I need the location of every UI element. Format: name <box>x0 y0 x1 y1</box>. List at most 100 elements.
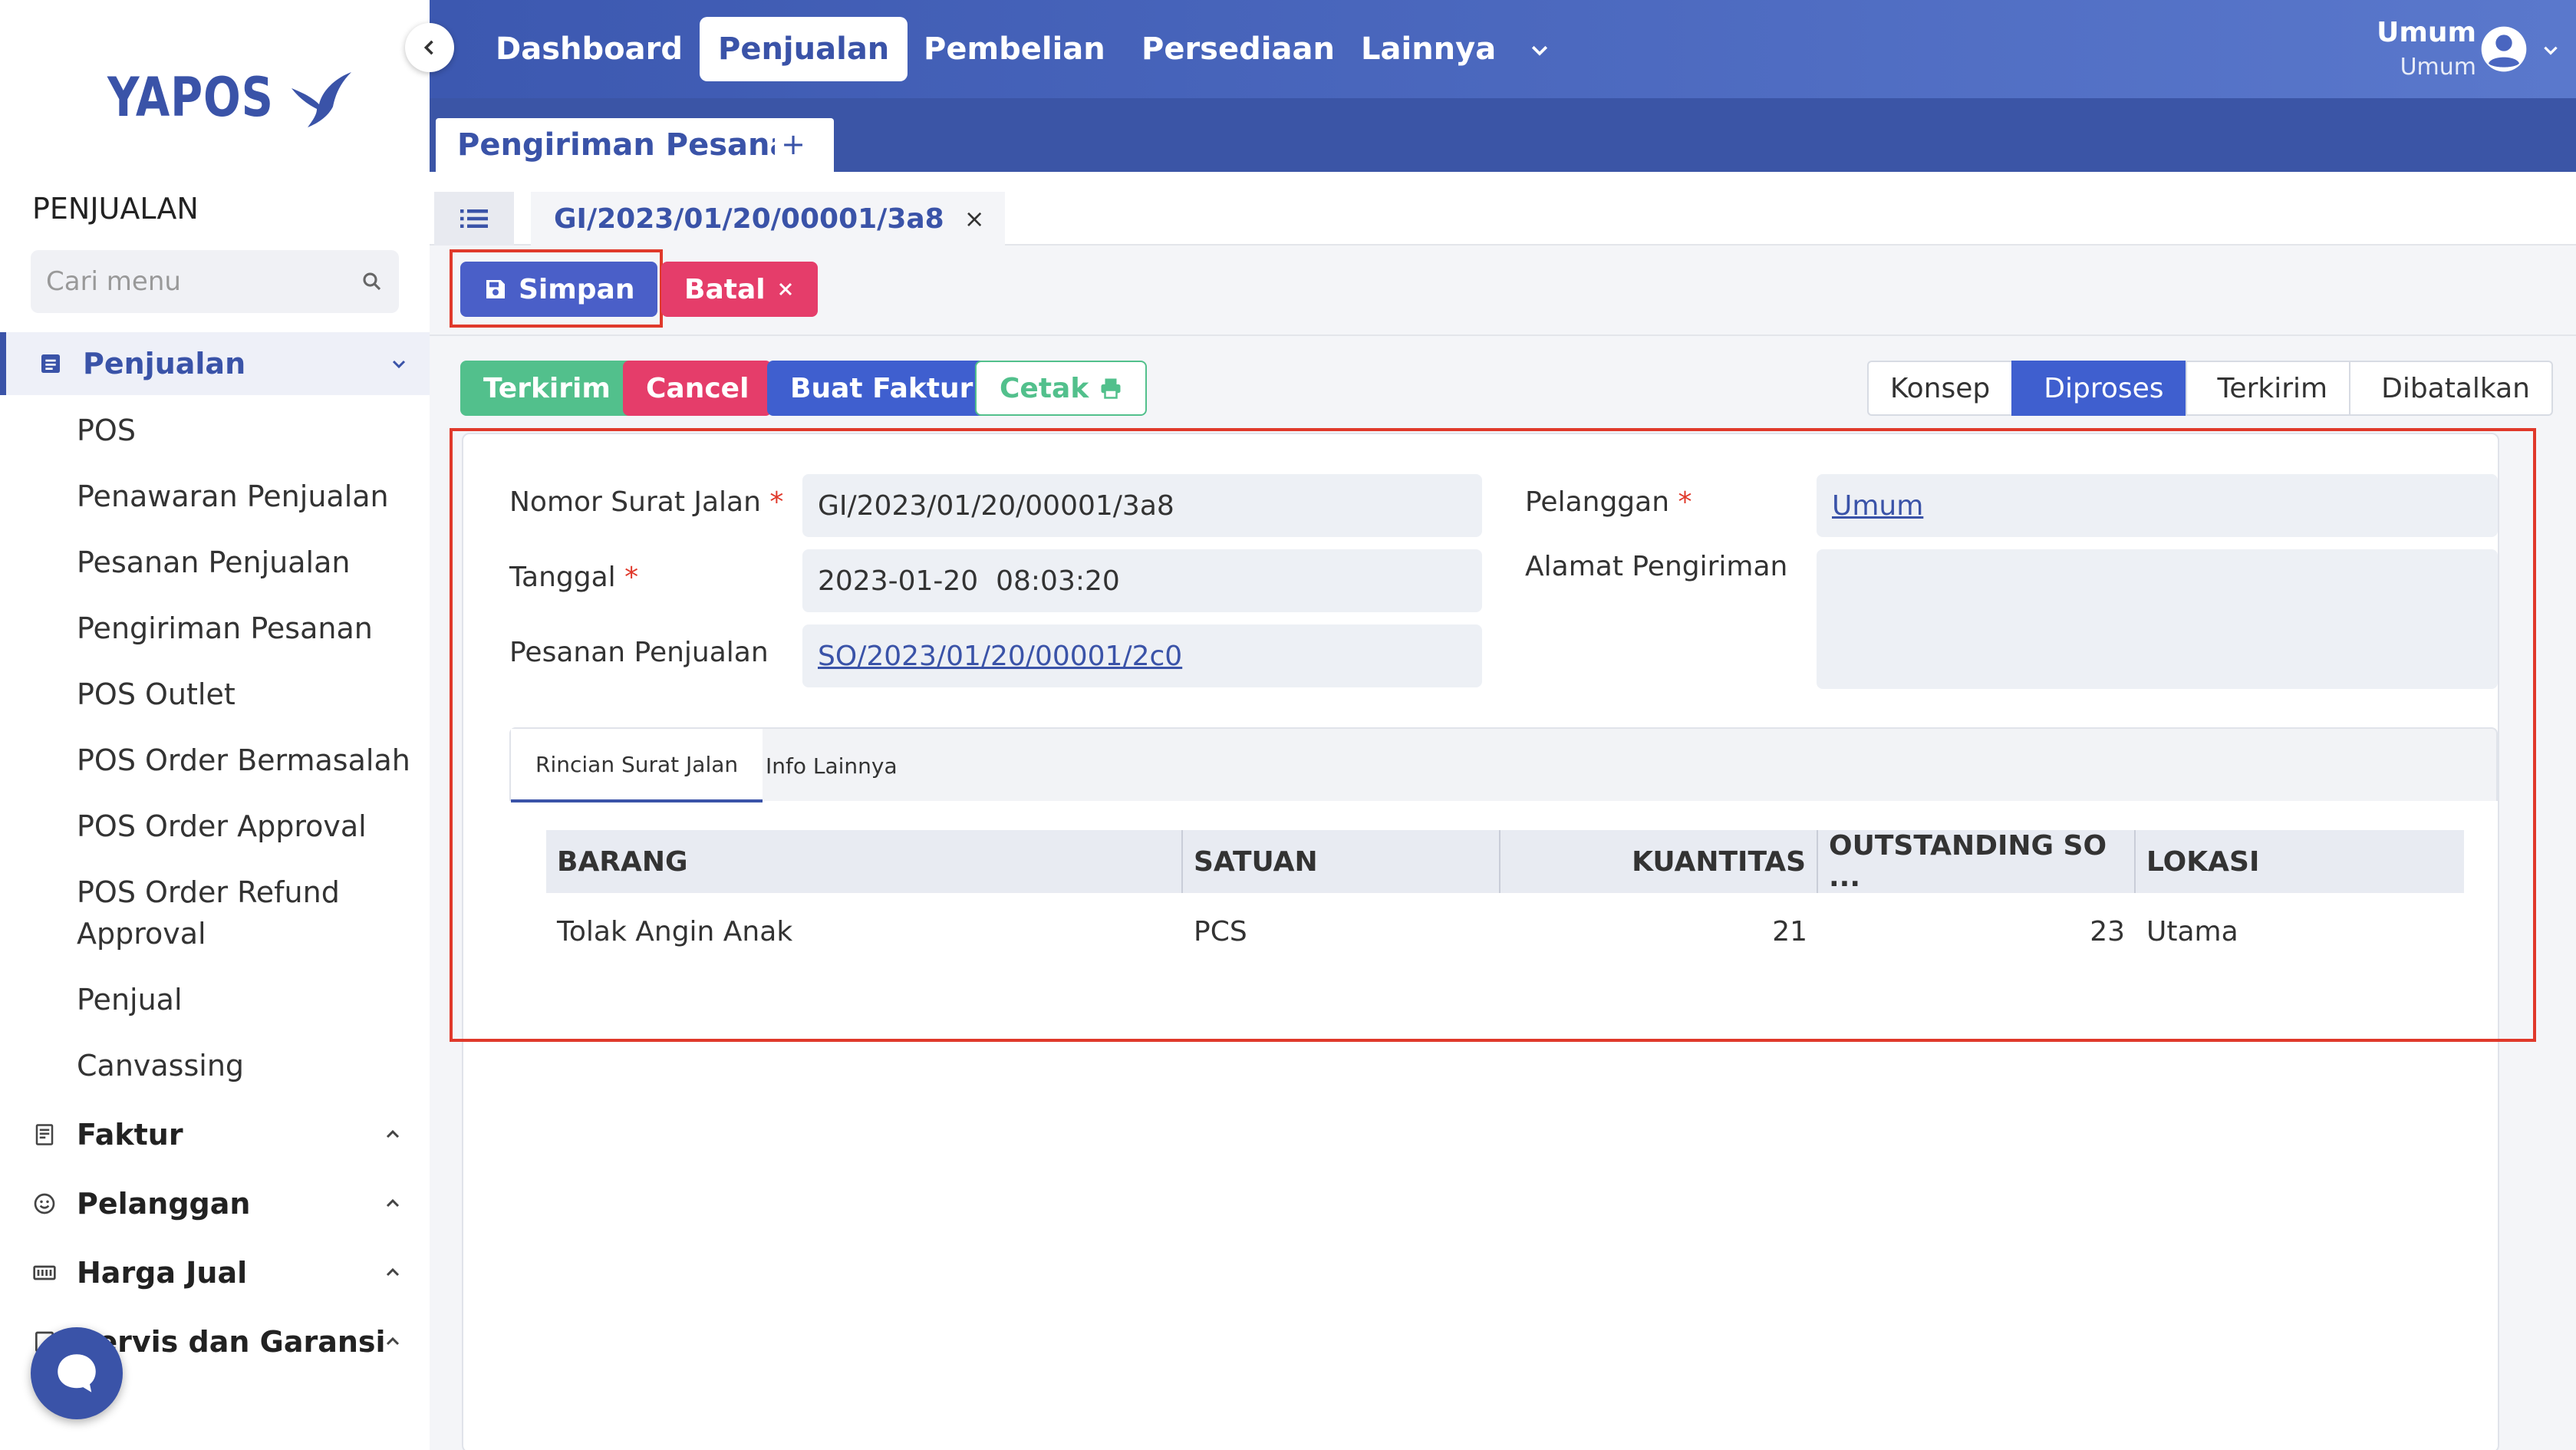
list-icon <box>460 209 488 228</box>
nav-pembelian[interactable]: Pembelian <box>905 17 1124 81</box>
table-header: BARANG SATUAN KUANTITAS OUTSTANDING SO .… <box>546 830 2464 893</box>
price-tag-icon <box>31 1259 58 1287</box>
sidebar-group-faktur[interactable]: Faktur <box>0 1103 430 1166</box>
cell-lokasi: Utama <box>2146 915 2238 947</box>
search-icon <box>363 272 381 291</box>
nav-lainnya[interactable]: Lainnya <box>1342 17 1514 81</box>
nomor-surat-jalan-label: Nomor Surat Jalan * <box>509 486 784 518</box>
cancel-button[interactable]: Cancel <box>623 361 772 416</box>
action-bar: Simpan Batal <box>430 246 2576 336</box>
sidebar-item-pos-order-approval[interactable]: POS Order Approval <box>77 806 367 847</box>
close-icon[interactable]: × <box>964 204 985 233</box>
chevron-up-icon <box>386 1267 400 1277</box>
sidebar-group-pelanggan[interactable]: Pelanggan <box>0 1172 430 1235</box>
list-view-tab[interactable] <box>434 192 514 246</box>
bird-logo-icon <box>292 72 352 127</box>
nomor-surat-jalan-field[interactable]: GI/2023/01/20/00001/3a8 <box>802 474 1482 537</box>
tab-info-lainnya[interactable]: Info Lainnya <box>741 729 922 802</box>
cell-outstanding: 23 <box>2090 915 2125 947</box>
cell-kuantitas: 21 <box>1772 915 1807 947</box>
chevron-up-icon <box>386 1198 400 1208</box>
column-header-barang[interactable]: BARANG <box>546 830 1183 893</box>
sidebar-item-penawaran-penjualan[interactable]: Penawaran Penjualan <box>77 476 389 517</box>
status-step-terkirim: Terkirim <box>2185 361 2350 416</box>
close-icon <box>779 282 792 296</box>
print-button-label: Cetak <box>1000 372 1089 404</box>
menu-search-input[interactable]: Cari menu <box>31 250 399 313</box>
chat-icon <box>58 1354 96 1392</box>
status-step-konsep: Konsep <box>1866 361 2012 416</box>
sidebar-group-label: Servis dan Garansi <box>77 1325 386 1359</box>
add-tab-button[interactable]: + <box>775 126 812 163</box>
chat-button[interactable] <box>31 1327 123 1419</box>
document-list-icon <box>37 350 64 377</box>
column-header-outstanding-so[interactable]: OUTSTANDING SO ... <box>1818 830 2136 893</box>
sidebar-item-pos-order-refund[interactable]: POS Order Refund <box>77 872 340 913</box>
chevron-down-icon[interactable] <box>2541 40 2561 60</box>
sidebar-item-pesanan-penjualan[interactable]: Pesanan Penjualan <box>77 542 350 583</box>
annotation-highlight <box>450 249 663 328</box>
receipt-icon <box>31 1121 58 1148</box>
tab-rincian-surat-jalan[interactable]: Rincian Surat Jalan <box>511 729 763 802</box>
chevron-up-icon <box>386 1336 400 1346</box>
pesanan-penjualan-label: Pesanan Penjualan <box>509 637 769 668</box>
print-button[interactable]: Cetak <box>975 361 1148 416</box>
sidebar-item-pos[interactable]: POS <box>77 410 136 451</box>
sidebar-collapse-button[interactable] <box>405 23 454 72</box>
tanggal-label: Tanggal * <box>509 562 639 593</box>
printer-icon <box>1101 378 1121 399</box>
user-role: Umum <box>2400 54 2476 81</box>
search-placeholder: Cari menu <box>46 266 181 297</box>
terkirim-button[interactable]: Terkirim <box>460 361 634 416</box>
workflow-row: Terkirim Cancel Buat Faktur Cetak Konsep… <box>430 336 2576 425</box>
section-title: PENJUALAN <box>32 192 199 226</box>
logo: YAPOS <box>107 63 356 132</box>
column-header-satuan[interactable]: SATUAN <box>1183 830 1500 893</box>
cell-barang: Tolak Angin Anak <box>557 915 793 947</box>
chevron-down-icon <box>392 360 406 369</box>
top-navbar: Dashboard Penjualan Pembelian Persediaan… <box>430 0 2576 98</box>
sidebar-item-pos-outlet[interactable]: POS Outlet <box>77 674 236 715</box>
sidebar-item-pengiriman-pesanan[interactable]: Pengiriman Pesanan <box>77 608 373 649</box>
chevron-left-icon <box>423 40 433 55</box>
logo-text: YAPOS <box>107 66 274 129</box>
cancel-edit-button[interactable]: Batal <box>661 262 818 317</box>
sidebar-group-label: Penjualan <box>83 347 246 381</box>
alamat-pengiriman-label: Alamat Pengiriman <box>1525 551 1788 582</box>
sidebar-item-penjual[interactable]: Penjual <box>77 979 183 1020</box>
cancel-edit-label: Batal <box>684 273 766 305</box>
sidebar-group-label: Faktur <box>77 1118 183 1152</box>
user-name: Umum <box>2377 17 2476 48</box>
user-avatar-icon[interactable] <box>2479 25 2528 74</box>
alamat-pengiriman-field[interactable] <box>1817 549 2498 689</box>
nav-dashboard[interactable]: Dashboard <box>477 17 701 81</box>
pelanggan-label: Pelanggan * <box>1525 486 1692 518</box>
document-tab-label: GI/2023/01/20/00001/3a8 <box>554 203 944 235</box>
document-tab[interactable]: GI/2023/01/20/00001/3a8 × <box>531 192 1005 246</box>
status-step-diproses: Diproses <box>2011 361 2186 416</box>
sidebar-group-harga-jual[interactable]: Harga Jual <box>0 1241 430 1304</box>
column-header-lokasi[interactable]: LOKASI <box>2136 830 2464 893</box>
sidebar: YAPOS PENJUALAN Cari menu Penjualan POS … <box>0 0 430 1450</box>
cell-satuan: PCS <box>1194 915 1247 947</box>
sidebar-item-canvassing[interactable]: Canvassing <box>77 1045 244 1086</box>
sidebar-item-pos-order-bermasalah[interactable]: POS Order Bermasalah <box>77 740 410 781</box>
nav-persediaan[interactable]: Persediaan <box>1123 17 1353 81</box>
buat-faktur-button[interactable]: Buat Faktur <box>767 361 996 416</box>
pesanan-penjualan-link[interactable]: SO/2023/01/20/00001/2c0 <box>802 624 1482 687</box>
pelanggan-link[interactable]: Umum <box>1817 474 2498 537</box>
document-tabs: GI/2023/01/20/00001/3a8 × <box>430 172 2576 246</box>
main-content: GI/2023/01/20/00001/3a8 × Simpan Batal T… <box>430 172 2576 1450</box>
smiley-icon <box>31 1190 58 1218</box>
page-tab-bar: Pengiriman Pesanan + <box>430 98 2576 172</box>
sidebar-item-pos-order-refund-approval[interactable]: Approval <box>77 913 206 954</box>
detail-tabs: Rincian Surat Jalan Info Lainnya <box>509 727 2498 802</box>
sidebar-group-penjualan[interactable]: Penjualan <box>0 332 430 395</box>
nav-penjualan[interactable]: Penjualan <box>700 17 908 81</box>
tanggal-field[interactable]: 2023-01-20 08:03:20 <box>802 549 1482 612</box>
sidebar-group-label: Harga Jual <box>77 1256 248 1290</box>
column-header-kuantitas[interactable]: KUANTITAS <box>1500 830 1818 893</box>
chevron-down-icon[interactable] <box>1528 38 1551 61</box>
chevron-up-icon <box>386 1129 400 1139</box>
status-step-dibatalkan: Dibatalkan <box>2349 361 2553 416</box>
